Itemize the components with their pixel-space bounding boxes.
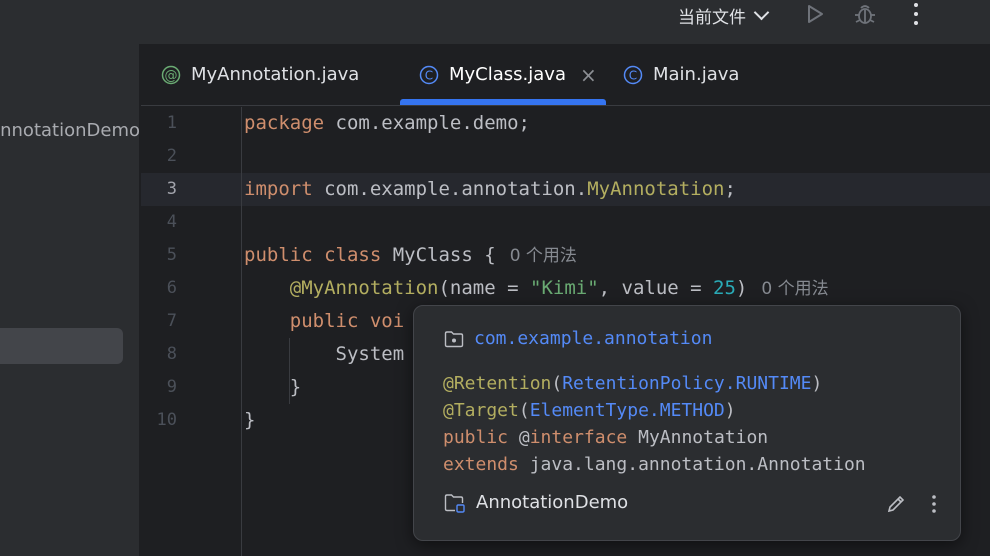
class-declaration: MyClass {	[381, 244, 496, 266]
code-token: System	[335, 343, 405, 365]
keyword-token: extends	[443, 454, 519, 475]
class-reference[interactable]: MyAnnotation	[587, 178, 724, 200]
close-icon[interactable]: ×	[580, 63, 597, 87]
more-vertical-icon	[932, 495, 936, 513]
doc-retention-line: @Retention(RetentionPolicy.RUNTIME)	[443, 370, 822, 397]
editor-tab-bar: @ MyAnnotation.java C MyClass.java × C M…	[141, 44, 990, 106]
code-token: com.example.demo;	[324, 112, 530, 134]
tab-main[interactable]: C Main.java	[623, 44, 739, 105]
doc-extends-line: extends java.lang.annotation.Annotation	[443, 451, 866, 478]
svg-text:C: C	[425, 68, 433, 82]
string-literal: "Kimi"	[530, 277, 599, 299]
run-button[interactable]	[801, 0, 829, 28]
element-type-link[interactable]: ElementType.METHOD	[530, 400, 725, 421]
pencil-icon	[887, 495, 905, 513]
line-number-current: 3	[166, 179, 177, 199]
code-line-1: package com.example.demo;	[244, 107, 530, 140]
popup-more-button[interactable]	[922, 492, 946, 516]
annotation-token: @Target	[443, 400, 519, 421]
keyword-token: class	[324, 244, 382, 266]
gutter-divider	[241, 107, 242, 556]
project-name: AnnotationDemo	[0, 120, 140, 141]
more-vertical-icon	[914, 3, 918, 25]
play-icon	[808, 5, 823, 23]
code-token: (	[551, 373, 563, 394]
package-icon	[444, 330, 464, 347]
number-literal: 25	[713, 277, 736, 299]
svg-text:@: @	[165, 68, 178, 83]
keyword-token: voi	[358, 310, 405, 332]
svg-text:C: C	[629, 68, 637, 82]
run-configuration-label: 当前文件	[678, 7, 746, 28]
code-line-6: @MyAnnotation(name = "Kimi", value = 25)…	[244, 272, 829, 305]
module-folder-icon	[444, 493, 465, 513]
bug-icon	[855, 5, 875, 24]
code-token: (	[518, 400, 530, 421]
active-tab-indicator	[400, 99, 606, 105]
debug-button[interactable]	[851, 0, 879, 28]
code-line-3: import com.example.annotation.MyAnnotati…	[244, 173, 736, 206]
usage-hint[interactable]: 0 个用法	[761, 279, 828, 299]
edit-source-button[interactable]	[884, 492, 908, 516]
doc-module-row: AnnotationDemo	[444, 492, 628, 513]
keyword-token: interface	[529, 427, 628, 448]
code-line-7: public voi	[244, 305, 404, 338]
chevron-down-icon	[753, 4, 770, 20]
doc-target-line: @Target(ElementType.METHOD)	[443, 397, 736, 424]
annotation-name: MyAnnotation	[627, 427, 769, 448]
doc-declaration-line: public @interface MyAnnotation	[443, 424, 768, 451]
annotation-reference[interactable]: @MyAnnotation	[290, 277, 439, 299]
run-configuration-selector[interactable]: 当前文件	[678, 4, 770, 28]
code-token: }	[289, 376, 302, 398]
code-token: }	[244, 409, 256, 431]
project-tree-root[interactable]: AnnotationDemo	[0, 120, 140, 141]
line-number: 2	[166, 146, 177, 166]
package-link[interactable]: com.example.annotation	[474, 328, 712, 349]
keyword-token: import	[244, 178, 313, 200]
module-name: AnnotationDemo	[476, 492, 629, 513]
quick-documentation-popup: com.example.annotation @Retention(Retent…	[413, 305, 961, 541]
package-row: com.example.annotation	[444, 328, 712, 349]
line-number: 10	[156, 410, 177, 430]
retention-policy-link[interactable]: RetentionPolicy.RUNTIME	[562, 373, 811, 394]
code-token: )	[735, 277, 748, 299]
code-token: ;	[724, 178, 736, 200]
code-line-10: }	[244, 404, 255, 437]
code-token: @	[508, 427, 530, 448]
project-tool-window: AnnotationDemo	[0, 44, 140, 556]
code-token: (name =	[438, 277, 530, 299]
code-token: )	[811, 373, 823, 394]
tab-label: MyAnnotation.java	[191, 64, 360, 85]
annotation-icon: @	[161, 65, 181, 85]
tab-label: MyClass.java	[449, 64, 566, 85]
tab-label: Main.java	[653, 64, 740, 85]
line-number: 5	[166, 245, 177, 265]
keyword-token: public	[289, 310, 359, 332]
class-icon: C	[623, 65, 643, 85]
code-line-5: public class MyClass { 0 个用法	[244, 239, 577, 272]
keyword-token: public	[244, 244, 313, 266]
code-line-8: System	[244, 338, 405, 371]
project-tree-selected-row[interactable]	[0, 328, 123, 364]
code-token: com.example.annotation.	[312, 178, 588, 200]
supertype-name: java.lang.annotation.Annotation	[518, 454, 866, 475]
keyword-token: public	[443, 427, 509, 448]
title-bar: 当前文件	[0, 0, 990, 44]
line-number: 4	[166, 212, 177, 232]
class-icon: C	[419, 65, 439, 85]
keyword-token: package	[244, 112, 325, 134]
line-number: 7	[166, 311, 177, 331]
tab-myannotation[interactable]: @ MyAnnotation.java	[161, 44, 359, 105]
line-number: 6	[166, 278, 177, 298]
tab-myclass[interactable]: C MyClass.java ×	[419, 44, 597, 105]
line-number: 9	[166, 377, 177, 397]
more-actions-button[interactable]	[902, 0, 930, 28]
annotation-token: @Retention	[443, 373, 552, 394]
line-number: 8	[166, 344, 177, 364]
code-line-9: }	[244, 371, 301, 404]
line-number: 1	[166, 113, 177, 133]
usage-hint[interactable]: 0 个用法	[510, 246, 577, 266]
code-token: , value =	[598, 277, 714, 299]
code-token: )	[724, 400, 736, 421]
